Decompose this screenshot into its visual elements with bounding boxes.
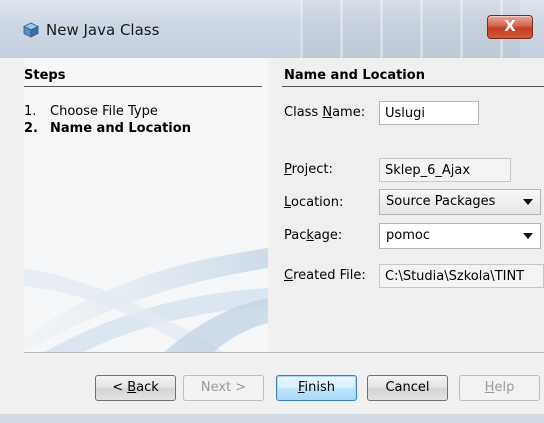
- dialog-client-area: Steps 1. Choose File Type 2. Name and Loca…: [24, 58, 544, 423]
- mnemonic: k: [306, 228, 314, 243]
- step-label: Choose File Type: [50, 104, 158, 119]
- wizard-swoosh-decoration: [24, 248, 268, 352]
- created-file-field: C:\Studia\Szkola\TINT: [379, 264, 544, 288]
- button-bar-separator: [24, 352, 544, 353]
- project-label: Project:: [284, 162, 333, 177]
- class-name-input[interactable]: Uslugi: [379, 101, 479, 125]
- project-field: Sklep_6_Ajax: [379, 158, 511, 182]
- package-value: pomoc: [386, 228, 430, 243]
- window-frame-bottom: [0, 414, 544, 423]
- package-label: Package:: [284, 228, 342, 243]
- label-text: ame:: [332, 105, 366, 120]
- chevron-down-icon: [523, 199, 533, 205]
- title-bar[interactable]: New Java Class X: [0, 0, 544, 58]
- button-text: ack: [136, 380, 159, 395]
- name-location-heading: Name and Location: [284, 68, 425, 83]
- step-number: 1.: [24, 104, 37, 119]
- step-name-and-location: 2. Name and Location: [24, 121, 191, 136]
- location-value: Source Packages: [386, 194, 496, 209]
- name-location-panel: Name and Location Class Name: Uslugi Pro…: [274, 58, 544, 352]
- name-location-divider: [282, 86, 544, 87]
- button-text: Next >: [200, 380, 247, 395]
- cancel-button[interactable]: Cancel: [367, 375, 448, 401]
- close-button[interactable]: X: [487, 15, 533, 39]
- class-name-label: Class Name:: [284, 105, 365, 120]
- mnemonic: H: [484, 380, 495, 395]
- created-file-label: Created File:: [284, 268, 366, 283]
- mnemonic: B: [127, 380, 137, 395]
- next-button[interactable]: Next >: [183, 375, 264, 401]
- close-icon: X: [504, 17, 516, 35]
- location-dropdown[interactable]: Source Packages: [379, 189, 541, 215]
- step-label: Name and Location: [50, 121, 191, 136]
- button-text: inish: [304, 380, 336, 395]
- finish-button[interactable]: Finish: [276, 375, 357, 401]
- new-java-class-dialog: New Java Class X Steps 1. Choose File Typ…: [0, 0, 544, 423]
- mnemonic: C: [284, 268, 294, 283]
- label-text: Pac: [284, 228, 307, 243]
- help-button[interactable]: Help: [459, 375, 540, 401]
- step-choose-file-type: 1. Choose File Type: [24, 104, 158, 119]
- back-button[interactable]: < Back: [95, 375, 176, 401]
- package-combobox[interactable]: pomoc: [379, 223, 541, 249]
- label-text: Class: [284, 105, 323, 120]
- steps-divider: [24, 86, 262, 87]
- location-label: Location:: [284, 195, 343, 210]
- button-text: <: [112, 380, 128, 395]
- mnemonic: P: [284, 162, 292, 177]
- label-text: roject:: [291, 162, 333, 177]
- netbeans-cube-icon: [23, 22, 39, 38]
- project-value: Sklep_6_Ajax: [385, 163, 471, 178]
- steps-heading: Steps: [24, 68, 66, 83]
- created-file-value: C:\Studia\Szkola\TINT: [385, 269, 525, 284]
- label-text: reated File:: [293, 268, 366, 283]
- window-title: New Java Class: [46, 21, 160, 39]
- mnemonic: L: [284, 195, 292, 210]
- chevron-down-icon: [523, 233, 533, 239]
- mnemonic: N: [322, 105, 333, 120]
- button-text: elp: [494, 380, 515, 395]
- step-number: 2.: [24, 121, 38, 136]
- label-text: ocation:: [291, 195, 344, 210]
- button-text: Cancel: [385, 380, 430, 395]
- steps-panel: Steps 1. Choose File Type 2. Name and Loca…: [24, 58, 268, 352]
- label-text: age:: [313, 228, 343, 243]
- class-name-value: Uslugi: [385, 106, 426, 121]
